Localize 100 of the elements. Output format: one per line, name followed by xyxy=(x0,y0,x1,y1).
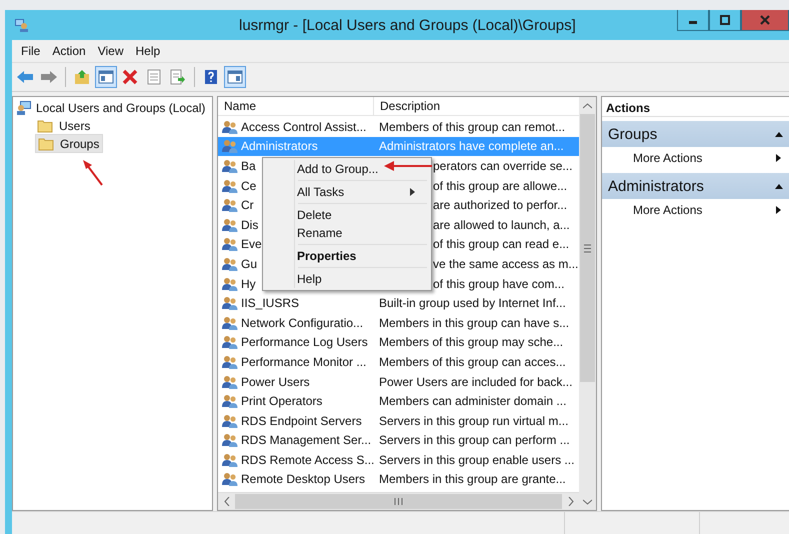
group-name[interactable]: Print Operators xyxy=(241,394,322,408)
group-icon xyxy=(222,471,238,488)
group-name[interactable]: IIS_IUSRS xyxy=(241,296,300,310)
maximize-icon xyxy=(720,15,730,25)
group-icon xyxy=(222,354,238,370)
tree-item[interactable]: Local Users and Groups (Local) xyxy=(36,101,206,115)
group-description: Members of this group can acces... xyxy=(379,354,566,369)
group-description: ve the same access as m... xyxy=(433,256,578,271)
group-description: Members of this group can remot... xyxy=(379,120,566,134)
group-name[interactable]: RDS Endpoint Servers xyxy=(241,414,362,428)
group-name[interactable]: Eve xyxy=(241,237,262,252)
group-icon xyxy=(222,334,238,350)
scroll-right-icon xyxy=(568,497,574,506)
column-header[interactable]: Name xyxy=(218,97,374,115)
group-name[interactable]: Performance Log Users xyxy=(241,335,368,350)
action-link[interactable]: More Actions xyxy=(602,199,789,221)
group-name[interactable]: Access Control Assist... xyxy=(241,120,366,134)
group-icon xyxy=(222,276,238,292)
group-name[interactable]: Network Configuratio... xyxy=(241,316,364,330)
menu-item[interactable]: Delete xyxy=(265,206,429,224)
group-name[interactable]: Performance Monitor ... xyxy=(241,354,366,369)
scroll-left-icon xyxy=(224,497,230,506)
group-icon xyxy=(222,197,238,214)
group-icon xyxy=(222,295,238,312)
group-icon xyxy=(222,256,238,272)
group-description: Members can administer domain ... xyxy=(379,394,566,408)
group-icon xyxy=(222,412,238,429)
tree-button[interactable] xyxy=(95,66,117,88)
pane-icon xyxy=(227,69,243,85)
scroll-down-icon xyxy=(583,498,592,504)
menu-item[interactable]: File xyxy=(15,42,46,60)
group-description: are allowed to launch, a... xyxy=(433,218,570,232)
group-description: of this group are allowe... xyxy=(433,178,568,193)
group-icon xyxy=(222,236,238,252)
group-name[interactable]: Cr xyxy=(241,198,254,212)
group-description: of this group can read e... xyxy=(433,237,570,252)
menu-item[interactable]: Add to Group... xyxy=(265,160,429,178)
tree-item[interactable]: Groups xyxy=(35,134,104,153)
close-button[interactable] xyxy=(741,10,789,31)
group-name[interactable]: RDS Remote Access S... xyxy=(241,452,374,467)
group-icon xyxy=(222,393,238,410)
group-description: Servers in this group run virtual m... xyxy=(379,414,568,428)
group-icon xyxy=(222,314,238,331)
collapse-icon xyxy=(775,132,783,136)
menu-item[interactable]: Rename xyxy=(265,224,429,242)
group-description: Members in this group are grante... xyxy=(379,472,566,486)
group-name[interactable]: Gu xyxy=(241,256,258,271)
group-description: Servers in this group enable users ... xyxy=(379,452,574,467)
horizontal-scrollbar[interactable] xyxy=(218,492,579,510)
group-description: Power Users are included for back... xyxy=(379,374,572,389)
group-icon xyxy=(222,138,238,154)
menu-item[interactable]: All Tasks xyxy=(265,183,429,201)
pane-title: Actions xyxy=(602,97,789,117)
help-icon xyxy=(203,69,219,85)
group-icon xyxy=(222,432,238,448)
document-icon xyxy=(146,69,162,85)
action-link[interactable]: More Actions xyxy=(602,147,789,169)
group-description: Members of this group may sche... xyxy=(379,335,564,350)
menu-item[interactable]: Help xyxy=(265,270,429,288)
actionpane-button[interactable] xyxy=(224,66,246,88)
group-icon xyxy=(222,452,238,468)
section-header[interactable]: Groups xyxy=(602,121,789,147)
maximize-button[interactable] xyxy=(709,10,741,31)
app-icon xyxy=(13,17,29,33)
menu-item[interactable]: Help xyxy=(130,42,166,60)
export-icon xyxy=(170,69,186,85)
group-name[interactable]: Power Users xyxy=(241,374,310,389)
expand-icon xyxy=(776,154,781,162)
section-header[interactable]: Administrators xyxy=(602,173,789,199)
computer-users-icon xyxy=(16,100,32,116)
group-icon xyxy=(222,178,238,194)
back-arrow-icon xyxy=(16,70,34,84)
group-description: Members in this group can have s... xyxy=(379,316,570,330)
group-description: of this group have com... xyxy=(433,276,564,291)
group-name[interactable]: Ba xyxy=(241,158,256,173)
group-description: Built-in group used by Internet Inf... xyxy=(379,296,566,310)
tree-item[interactable]: Users xyxy=(35,117,94,134)
grip-icon xyxy=(394,498,403,505)
scroll-up-icon xyxy=(583,102,592,108)
minimize-button[interactable] xyxy=(677,10,709,31)
forward-arrow-icon xyxy=(40,70,58,84)
group-icon xyxy=(222,216,238,233)
menu-item[interactable]: Properties xyxy=(265,247,429,265)
group-description: Administrators have complete an... xyxy=(379,139,564,154)
group-name[interactable]: Hy xyxy=(241,276,256,291)
pointer-arrow xyxy=(384,161,432,171)
pane-icon xyxy=(98,69,114,85)
collapse-icon xyxy=(775,184,783,188)
group-name[interactable]: RDS Management Ser... xyxy=(241,433,372,448)
group-name[interactable]: Remote Desktop Users xyxy=(241,472,366,486)
delete-icon xyxy=(122,69,138,85)
menu-item[interactable]: View xyxy=(92,42,130,60)
group-description: are authorized to perfor... xyxy=(433,198,568,212)
folder-up-icon xyxy=(74,69,90,85)
group-name[interactable]: Dis xyxy=(241,218,258,232)
menu-item[interactable]: Action xyxy=(46,42,92,60)
folder-icon xyxy=(38,136,54,150)
vertical-scrollbar[interactable] xyxy=(579,97,596,510)
group-name[interactable]: Ce xyxy=(241,178,256,193)
column-header[interactable]: Description xyxy=(374,97,579,115)
